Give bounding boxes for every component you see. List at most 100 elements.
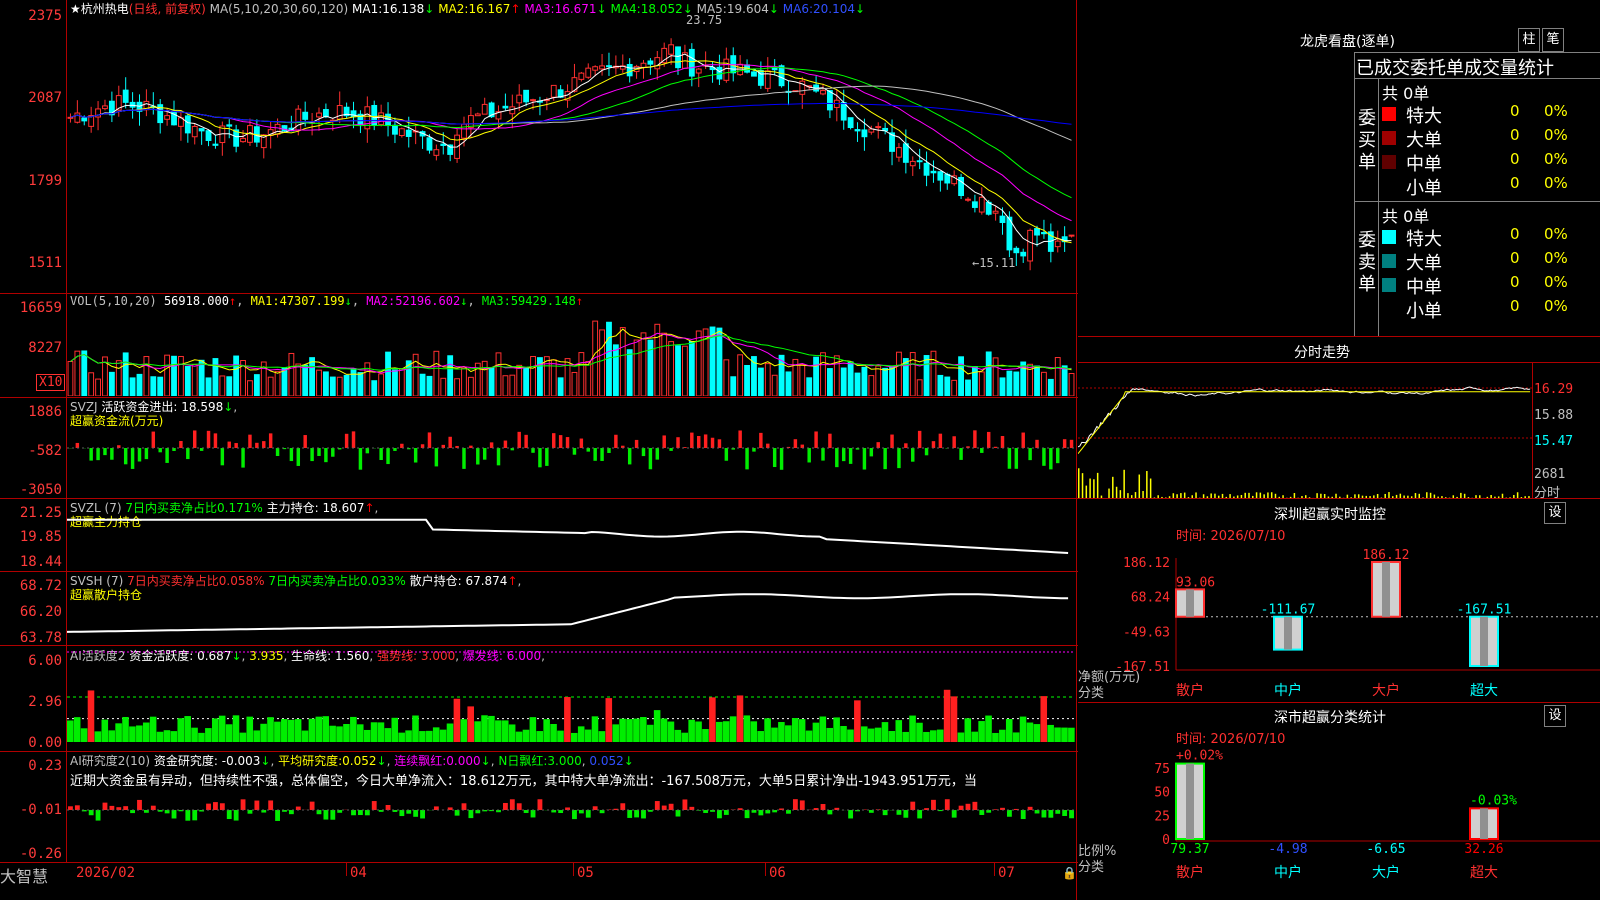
candle-body	[1034, 228, 1040, 236]
candle-body	[902, 143, 909, 163]
candle-body	[599, 65, 605, 70]
flow-bar	[710, 437, 715, 448]
volume-bar	[322, 371, 329, 396]
activity-bar	[184, 716, 191, 742]
vol-unit-badge[interactable]: X10	[36, 374, 66, 391]
volume-bar	[461, 367, 467, 396]
volume-bar	[578, 352, 585, 396]
ma-line	[70, 60, 1072, 244]
activity-bar	[522, 729, 530, 742]
flow-bar	[1049, 448, 1053, 470]
activity-bar	[584, 729, 592, 742]
activity-bar	[812, 722, 820, 742]
volume-chart[interactable]	[67, 310, 1075, 396]
research-bar	[413, 810, 419, 817]
candle-body	[1027, 229, 1034, 262]
retail-holding-chart[interactable]	[67, 572, 1075, 645]
flow-bar	[400, 443, 404, 448]
cls-ratio-chart[interactable]: 75 50 25 0 +0.02% 79.37 散户 -4.98 中户 -6.65 大户 -0.03%…	[1078, 743, 1600, 900]
research-bar	[247, 810, 253, 814]
activity-bar	[757, 731, 764, 742]
activity-bar	[501, 720, 509, 742]
tick-view-button[interactable]: 笔	[1542, 28, 1564, 52]
sz-net-chart[interactable]: 186.12 68.24 -49.63 -167.51 93.06 散户 -111.67 中户…	[1078, 540, 1600, 702]
activity-bar	[867, 728, 875, 742]
order-count: 0	[1510, 102, 1520, 120]
sz-bar-shade	[1382, 562, 1390, 617]
activity-bar	[301, 730, 309, 742]
candle-body	[481, 103, 488, 115]
candle-body	[433, 149, 440, 156]
candlestick-chart[interactable]	[67, 18, 1075, 292]
activity-bar	[688, 719, 695, 742]
activity-bar	[605, 698, 613, 742]
activity-bar	[129, 726, 136, 742]
activity-bar	[640, 717, 647, 742]
volume-bar	[467, 376, 474, 396]
sz-settings-button[interactable]: 设	[1544, 502, 1566, 524]
flow-bar	[248, 434, 252, 448]
flow-bar	[144, 448, 149, 460]
activity-bar	[377, 722, 385, 742]
volume-bar	[281, 367, 288, 396]
capital-flow-chart[interactable]	[67, 398, 1075, 498]
activity-bar	[923, 731, 930, 742]
research-chart[interactable]	[67, 786, 1075, 862]
flow-bar	[179, 440, 183, 448]
volume-bar	[95, 378, 101, 396]
activity-bar	[722, 721, 730, 742]
volume-bar	[233, 355, 240, 396]
main-holding-chart[interactable]	[67, 499, 1075, 571]
order-percent: 0%	[1544, 249, 1568, 267]
ai2-label: AI研究度2(10)	[70, 754, 151, 768]
research-bar	[219, 803, 225, 810]
sz-axis-label: -49.63	[1123, 625, 1170, 640]
low-price-marker: ←15.11	[972, 256, 1016, 270]
activity-bar	[571, 732, 578, 742]
research-bar	[620, 803, 626, 810]
flow-bar	[296, 448, 301, 466]
volume-bar	[965, 379, 971, 396]
candle-body	[502, 105, 509, 109]
order-swatch	[1382, 107, 1396, 121]
activity-bar	[709, 697, 716, 742]
activity-bar	[805, 730, 813, 742]
candle-body	[74, 112, 81, 123]
candle-body	[405, 129, 412, 137]
divider	[1354, 52, 1600, 53]
flow-bar	[234, 443, 238, 448]
activity-bar	[1068, 727, 1075, 742]
candle-body	[240, 137, 246, 143]
volume-bar	[564, 358, 571, 396]
activity-bar	[329, 725, 336, 742]
research-bar	[164, 810, 170, 814]
activity-bar	[916, 722, 923, 742]
intraday-volume-bar	[1146, 471, 1148, 498]
volume-bar	[178, 355, 184, 396]
bar-view-button[interactable]: 柱	[1518, 28, 1540, 52]
research-bar	[765, 810, 771, 814]
research-bar	[882, 810, 888, 816]
activity-chart[interactable]	[67, 646, 1075, 750]
candle-body	[122, 89, 129, 103]
volume-bar	[813, 356, 820, 396]
cls-settings-button[interactable]: 设	[1544, 705, 1566, 727]
period-label[interactable]: (日线, 前复权)	[129, 2, 206, 16]
intraday-chart[interactable]	[1078, 363, 1534, 498]
price-axis-label: 2375	[28, 8, 62, 24]
separator	[0, 862, 1078, 863]
candle-body	[695, 68, 702, 74]
activity-bar	[681, 732, 689, 742]
main-chart-area[interactable]: 2375 2087 1799 1511 ★杭州热电(日线, 前复权) MA(5,…	[0, 0, 1078, 900]
volume-bar	[392, 369, 398, 396]
candle-body	[378, 112, 385, 126]
candle-body	[937, 171, 944, 181]
volume-bar	[1047, 378, 1054, 396]
lock-icon[interactable]: 🔒	[1062, 866, 1077, 880]
divider	[1378, 78, 1379, 336]
candle-body	[944, 173, 951, 184]
activity-bar	[398, 732, 405, 742]
intraday-axis-label: 15.47	[1534, 434, 1574, 449]
cls-category-label: 大户	[1372, 864, 1400, 881]
intraday-volume-bar	[1149, 478, 1152, 498]
